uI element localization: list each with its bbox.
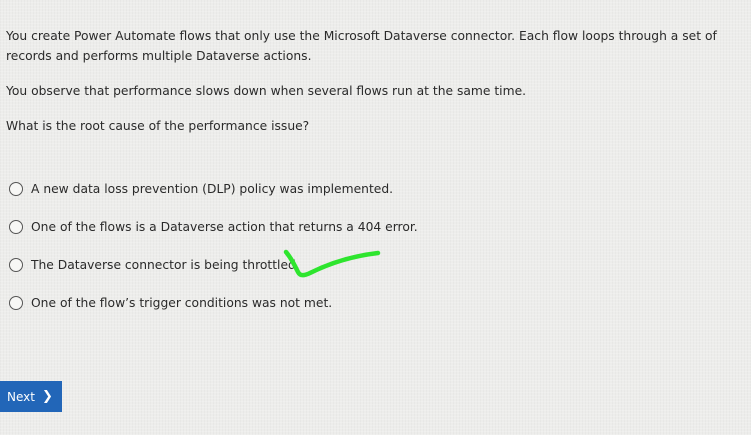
answer-option-label: A new data loss prevention (DLP) policy … <box>31 182 394 196</box>
chevron-right-icon: ❯ <box>41 389 53 404</box>
radio-button[interactable] <box>9 296 23 310</box>
answer-option-label: One of the flows is a Dataverse action t… <box>31 220 418 234</box>
question-block: You create Power Automate flows that onl… <box>6 26 746 151</box>
question-observation: You observe that performance slows down … <box>6 84 527 98</box>
checkmark-annotation-icon <box>283 249 381 278</box>
answer-option-1[interactable]: A new data loss prevention (DLP) policy … <box>9 178 609 200</box>
answer-option-4[interactable]: One of the flow’s trigger conditions was… <box>9 292 609 314</box>
radio-button[interactable] <box>9 182 23 196</box>
question-prompt: What is the root cause of the performanc… <box>6 119 310 133</box>
next-button[interactable]: Next ❯ <box>0 381 62 412</box>
radio-button[interactable] <box>9 220 23 234</box>
exam-page: You create Power Automate flows that onl… <box>0 0 751 435</box>
radio-button[interactable] <box>9 258 23 272</box>
question-scenario: You create Power Automate flows that onl… <box>6 29 717 63</box>
answer-option-label: The Dataverse connector is being throttl… <box>31 258 300 272</box>
answer-option-2[interactable]: One of the flows is a Dataverse action t… <box>9 216 609 238</box>
answer-option-label: One of the flow’s trigger conditions was… <box>31 296 333 310</box>
next-button-label: Next <box>7 389 35 404</box>
